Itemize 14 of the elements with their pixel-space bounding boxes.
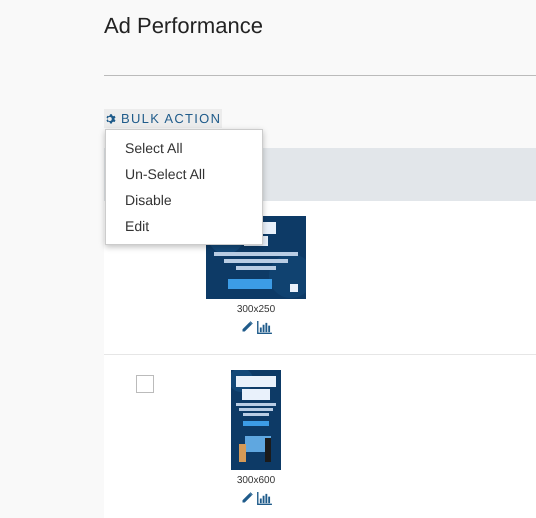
menu-item[interactable]: Edit xyxy=(106,213,262,239)
checkbox[interactable] xyxy=(136,375,154,393)
menu-item[interactable]: Select All xyxy=(106,135,262,161)
ad-size: 300x250 xyxy=(236,304,276,315)
settings-icon xyxy=(105,112,117,124)
ad-size: 300x600 xyxy=(236,475,276,486)
menu-item[interactable]: Un-Select All xyxy=(106,161,262,187)
menu-item[interactable]: Disable xyxy=(106,187,262,213)
pencil-icon[interactable] xyxy=(240,492,252,504)
bulk-action-button[interactable]: BULK ACTION xyxy=(104,109,222,128)
bar-chart-icon[interactable] xyxy=(256,321,272,334)
page-title: Ad Performance xyxy=(104,12,264,40)
bar-chart-icon[interactable] xyxy=(256,492,272,505)
pencil-icon[interactable] xyxy=(240,321,252,333)
